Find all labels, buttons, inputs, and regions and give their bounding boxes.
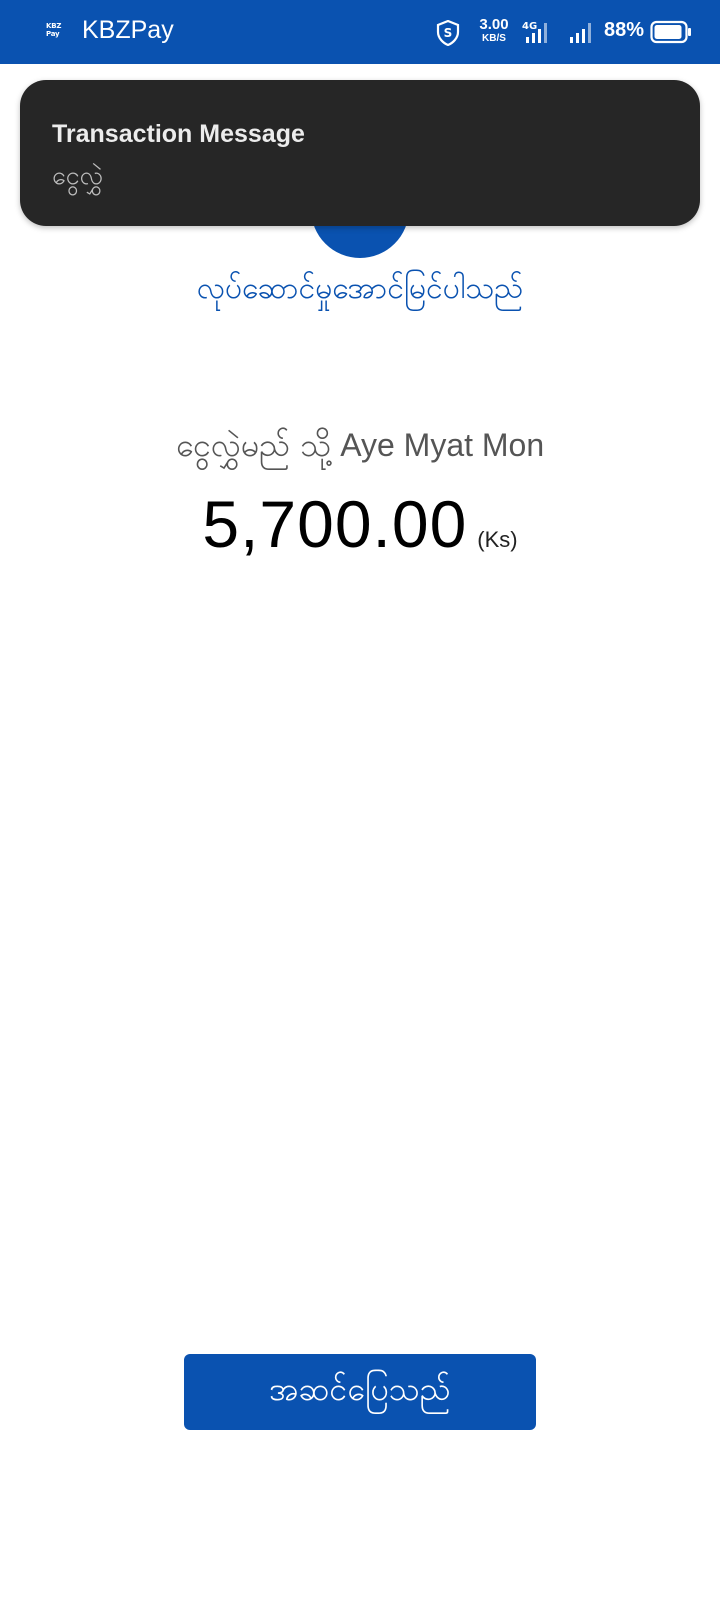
- success-message: လုပ်ဆောင်မှုအောင်မြင်ပါသည်: [196, 271, 524, 306]
- amount-row: 5,700.00 (Ks): [0, 486, 720, 562]
- recipient-name: Aye Myat Mon: [340, 427, 545, 463]
- done-button[interactable]: အဆင်ပြေသည်: [184, 1354, 536, 1430]
- transfer-amount: 5,700.00: [202, 487, 468, 561]
- notification-title: Transaction Message: [52, 120, 305, 148]
- svg-text:S: S: [444, 26, 453, 40]
- network-speed: 3.00 KB/S: [474, 17, 514, 45]
- battery-icon: [650, 20, 691, 44]
- status-bar: KBZ Pay KBZPay S 3.00 KB/S 4G 88%: [0, 0, 720, 64]
- currency-label: (Ks): [477, 527, 518, 552]
- kbzpay-logo-icon: KBZ Pay: [46, 22, 68, 42]
- battery-percent: 88%: [604, 19, 645, 41]
- recipient-line: ငွေလွှဲမည် သို့ Aye Myat Mon: [0, 424, 720, 472]
- app-logo-text: KBZ Pay: [46, 22, 62, 38]
- notification-body: ငွေလွှဲ: [52, 161, 103, 190]
- transaction-notification[interactable]: Transaction Message ငွေလွှဲ: [20, 80, 700, 226]
- status-indicators: S 3.00 KB/S 4G 88%: [420, 0, 720, 64]
- speed-value: 3.00: [479, 16, 509, 33]
- recipient-prefix: ငွေလွှဲမည် သို့: [175, 426, 332, 464]
- network-4g-icon: 4G: [522, 21, 547, 43]
- app-name: KBZPay: [82, 16, 174, 44]
- network-type-label: 4G: [522, 21, 537, 32]
- shield-icon: S: [436, 20, 460, 46]
- signal-icon: [570, 23, 591, 43]
- speed-unit: KB/S: [482, 33, 506, 44]
